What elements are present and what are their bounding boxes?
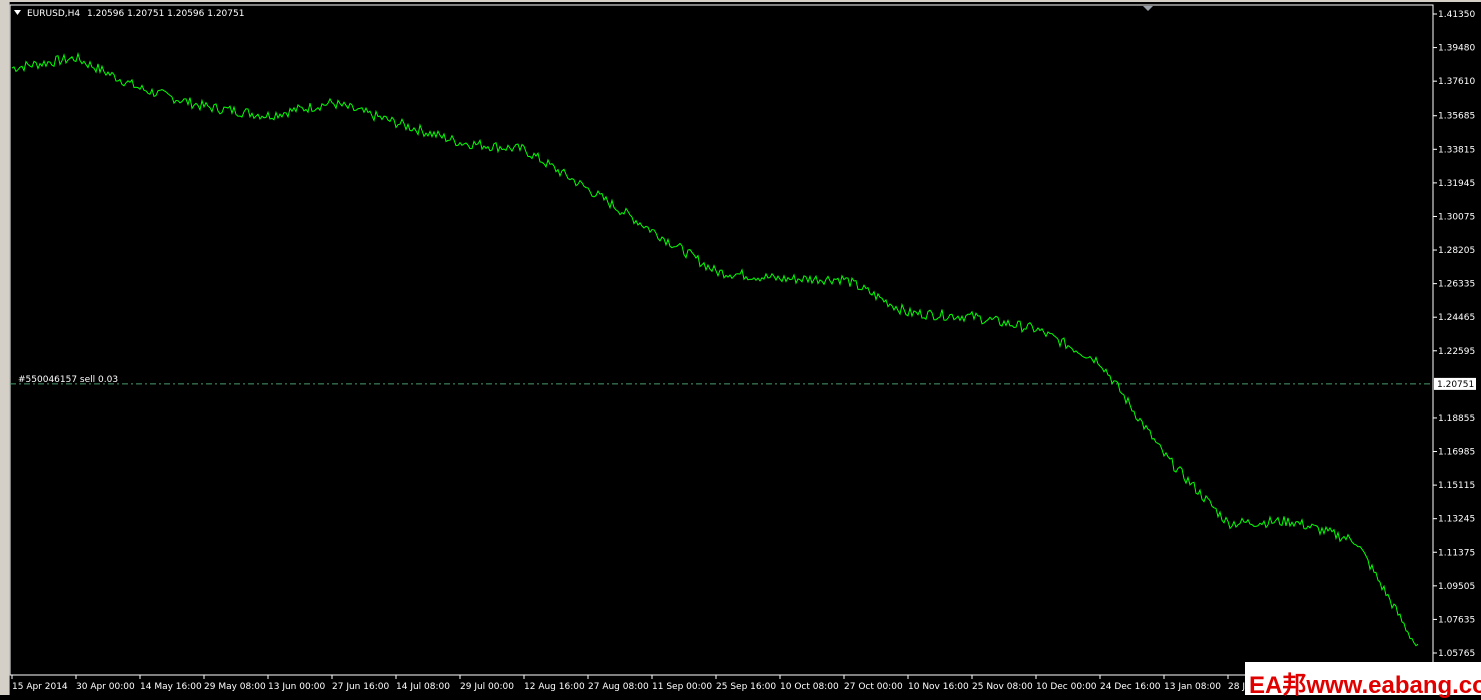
y-tick-label: 1.07635 (1438, 615, 1475, 625)
y-tick-label: 1.33815 (1438, 145, 1475, 155)
x-tick-label: 27 Jun 16:00 (332, 682, 389, 692)
y-tick-label: 1.41350 (1438, 10, 1475, 20)
x-tick-label: 12 Aug 16:00 (524, 682, 585, 692)
x-tick-label: 10 Dec 00:00 (1036, 682, 1097, 692)
order-label: #550046157 sell 0.03 (18, 375, 118, 385)
current-price-tag: 1.20751 (1434, 377, 1476, 390)
y-tick-label: 1.28205 (1438, 246, 1475, 256)
x-tick-label: 14 May 16:00 (140, 682, 202, 692)
x-tick-label: 10 Oct 08:00 (780, 682, 839, 692)
y-tick-label: 1.22595 (1438, 347, 1475, 357)
y-tick-label: 1.31945 (1438, 179, 1475, 189)
y-tick-label: 1.37610 (1438, 77, 1475, 87)
y-tick-label: 1.11375 (1438, 548, 1475, 558)
x-tick-label: 29 May 08:00 (204, 682, 266, 692)
y-tick-label: 1.35685 (1438, 112, 1475, 122)
chart-shift-marker-icon[interactable] (1143, 6, 1153, 11)
x-tick-label: 25 Sep 16:00 (716, 682, 776, 692)
y-tick-label: 1.24465 (1438, 313, 1475, 323)
watermark-logo: EA邦www.eabang.com (1245, 662, 1481, 699)
y-tick-label: 1.18855 (1438, 414, 1475, 424)
price-axis[interactable]: 1.41350 1.39480 1.37610 1.35685 1.33815 1.319… (1433, 10, 1475, 659)
y-tick-label: 1.16985 (1438, 448, 1475, 458)
y-tick-label: 1.13245 (1438, 515, 1475, 525)
y-tick-label: 1.15115 (1438, 481, 1475, 491)
x-tick-label: 30 Apr 00:00 (76, 682, 135, 692)
x-tick-label: 15 Apr 2014 (12, 682, 68, 692)
x-tick-label: 29 Jul 00:00 (460, 682, 514, 692)
price-series-line (11, 51, 1419, 647)
ohlc-values: 1.20596 1.20751 1.20596 1.20751 (87, 9, 244, 19)
x-tick-label: 13 Jan 08:00 (1164, 682, 1221, 692)
x-tick-label: 14 Jul 08:00 (396, 682, 450, 692)
x-tick-label: 11 Sep 00:00 (652, 682, 712, 692)
x-tick-label: 24 Dec 16:00 (1100, 682, 1161, 692)
price-chart[interactable]: EURUSD,H4 1.20596 1.20751 1.20596 1.2075… (0, 0, 1481, 695)
y-tick-label: 1.39480 (1438, 44, 1475, 54)
plot-frame (9, 4, 1434, 676)
y-tick-label: 1.09505 (1438, 582, 1475, 592)
y-tick-label: 1.26335 (1438, 280, 1475, 290)
y-tick-label: 1.05765 (1438, 649, 1475, 659)
collapse-arrow-icon[interactable] (14, 10, 21, 15)
symbol-label: EURUSD,H4 (27, 9, 80, 19)
chart-window[interactable]: EURUSD,H4 1.20596 1.20751 1.20596 1.2075… (0, 0, 1481, 699)
x-tick-label: 13 Jun 00:00 (268, 682, 325, 692)
x-tick-label: 27 Oct 00:00 (844, 682, 903, 692)
current-price-value: 1.20751 (1437, 380, 1474, 390)
x-tick-label: 10 Nov 16:00 (908, 682, 969, 692)
y-tick-label: 1.30075 (1438, 212, 1475, 222)
x-tick-label: 25 Nov 08:00 (972, 682, 1033, 692)
x-tick-label: 27 Aug 08:00 (588, 682, 649, 692)
